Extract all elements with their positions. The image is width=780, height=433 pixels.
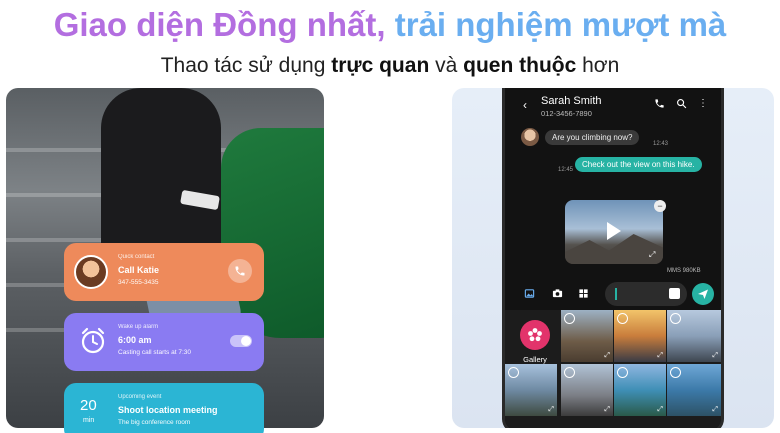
card-category: Wake up alarm — [118, 324, 159, 330]
alarm-clock-icon — [81, 327, 105, 354]
subheadline-mid: và — [429, 54, 464, 77]
headline-part-2: trải nghiệm mượt mà — [394, 6, 727, 43]
phone-icon — [235, 266, 245, 276]
remove-attachment-icon[interactable]: − — [654, 200, 666, 212]
gallery-thumbnail[interactable]: ⤢ — [667, 364, 721, 416]
phone-showcase-panel: ‹ Sarah Smith 012-3456-7890 ⋮ Are you cl… — [452, 88, 774, 428]
expand-icon[interactable]: ⤢ — [712, 352, 718, 360]
message-composer — [505, 280, 721, 308]
card-detail: The big conference room — [118, 419, 191, 426]
send-icon — [698, 289, 708, 299]
card-title: 6:00 am — [118, 335, 152, 345]
attachment-size: MMS 980KB — [667, 268, 701, 274]
message-outgoing[interactable]: Check out the view on this hike. — [575, 157, 702, 172]
gallery-label: Gallery — [523, 355, 547, 364]
card-detail: Casting call starts at 7:30 — [118, 349, 191, 356]
select-circle[interactable] — [670, 367, 681, 378]
message-timestamp: 12:43 — [653, 141, 669, 147]
select-circle[interactable] — [564, 367, 575, 378]
card-detail: 347-555-3435 — [118, 279, 159, 286]
subheadline-pre: Thao tác sử dụng — [160, 54, 332, 77]
phone-screen: ‹ Sarah Smith 012-3456-7890 ⋮ Are you cl… — [502, 88, 724, 428]
headline: Giao diện Đồng nhất, trải nghiệm mượt mà — [0, 6, 780, 44]
mms-label: MMS — [667, 268, 681, 274]
apps-grid-icon[interactable] — [577, 288, 589, 300]
subheadline-bold-2: quen thuộc — [463, 54, 577, 77]
camera-icon[interactable] — [551, 288, 563, 300]
gallery-thumbnail[interactable]: ⤢ — [667, 310, 721, 362]
sticker-icon[interactable] — [669, 288, 680, 299]
contact-number: 012-3456-7890 — [541, 109, 592, 118]
call-button[interactable] — [228, 259, 252, 283]
subheadline-bold-1: trực quan — [331, 54, 430, 77]
avatar — [74, 255, 108, 289]
gallery-picker: Gallery ⤢ ⤢ ⤢ 1 ⤢ ⤢ — [505, 310, 721, 428]
select-circle[interactable] — [508, 367, 519, 378]
select-circle[interactable] — [670, 313, 681, 324]
promo-page: Giao diện Đồng nhất, trải nghiệm mượt mà… — [0, 0, 780, 433]
expand-icon[interactable]: ⤢ — [657, 406, 663, 414]
mms-size: 980KB — [682, 268, 701, 274]
send-button[interactable] — [692, 283, 714, 305]
message-incoming[interactable]: Are you climbing now? — [545, 130, 640, 145]
text-cursor — [615, 288, 617, 300]
message-timestamp: 12:45 — [558, 167, 574, 173]
message-input[interactable] — [605, 282, 687, 306]
image-icon[interactable] — [523, 288, 535, 300]
gallery-thumbnail[interactable]: ⤢ — [505, 364, 557, 416]
expand-icon[interactable]: ⤢ — [712, 406, 718, 414]
expand-icon[interactable]: ⤢ — [548, 406, 554, 414]
expand-icon[interactable]: ⤢ — [657, 352, 663, 360]
subheadline: Thao tác sử dụng trực quan và quen thuộc… — [0, 54, 780, 78]
card-category: Upcoming event — [118, 394, 162, 400]
card-category: Quick contact — [118, 254, 155, 260]
call-icon[interactable] — [653, 98, 665, 110]
gallery-thumbnail[interactable]: ⤢ — [561, 364, 613, 416]
expand-icon[interactable]: ⤢ — [649, 250, 655, 260]
gallery-thumbnail[interactable]: ⤢ — [614, 310, 666, 362]
select-circle[interactable] — [617, 313, 628, 324]
card-title: Call Katie — [118, 265, 160, 275]
event-countdown-number: 20 — [80, 397, 97, 414]
headline-part-1: Giao diện Đồng nhất, — [53, 6, 386, 43]
card-title: Shoot location meeting — [118, 405, 218, 415]
alarm-card[interactable]: Wake up alarm 6:00 am Casting call start… — [64, 313, 264, 371]
contact-name[interactable]: Sarah Smith — [541, 95, 602, 107]
expand-icon[interactable]: ⤢ — [604, 352, 610, 360]
gallery-thumbnail[interactable]: ⤢ — [614, 364, 666, 416]
gallery-flower-icon — [520, 320, 550, 350]
alarm-toggle[interactable] — [230, 335, 252, 347]
subheadline-post: hơn — [576, 54, 620, 77]
back-arrow-icon[interactable]: ‹ — [523, 98, 527, 112]
expand-icon[interactable]: ⤢ — [604, 406, 610, 414]
more-options-icon[interactable]: ⋮ — [697, 98, 709, 110]
upcoming-event-card[interactable]: 20 min Upcoming event Shoot location mee… — [64, 383, 264, 433]
select-circle[interactable] — [564, 313, 575, 324]
avatar[interactable] — [521, 128, 539, 146]
search-icon[interactable] — [675, 98, 687, 110]
quick-contact-card[interactable]: Quick contact Call Katie 347-555-3435 — [64, 243, 264, 301]
conversation-header: ‹ Sarah Smith 012-3456-7890 ⋮ — [505, 88, 721, 124]
event-countdown-unit: min — [83, 417, 95, 424]
select-circle[interactable] — [617, 367, 628, 378]
gallery-thumbnail[interactable]: ⤢ — [561, 310, 613, 362]
play-icon[interactable] — [607, 222, 621, 240]
